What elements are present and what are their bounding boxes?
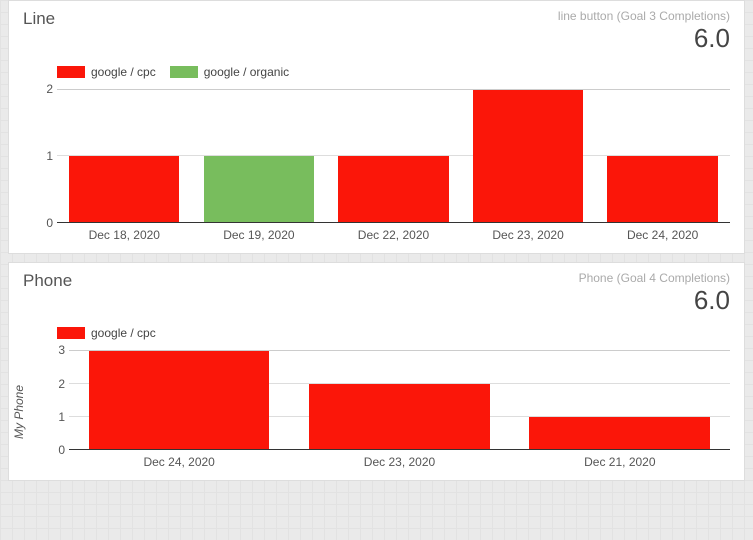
bars-row: Dec 18, 2020Dec 19, 2020Dec 22, 2020Dec …	[57, 90, 730, 222]
x-tick-label: Dec 19, 2020	[192, 222, 327, 242]
panel-subtitle: line button (Goal 3 Completions)	[558, 9, 730, 23]
y-tick-label: 1	[23, 149, 53, 163]
panel-header: Line line button (Goal 3 Completions) 6.…	[9, 1, 744, 55]
x-tick-label: Dec 18, 2020	[57, 222, 192, 242]
y-tick-label: 2	[35, 377, 65, 391]
y-tick-label: 1	[35, 410, 65, 424]
x-tick-label: Dec 24, 2020	[595, 222, 730, 242]
bar	[89, 351, 270, 449]
legend-label: google / cpc	[91, 65, 156, 79]
legend-swatch	[57, 66, 85, 78]
legend-item: google / cpc	[57, 326, 156, 340]
bars-row: Dec 24, 2020Dec 23, 2020Dec 21, 2020	[69, 351, 730, 449]
bar-slot: Dec 23, 2020	[461, 90, 596, 222]
x-tick-label: Dec 24, 2020	[69, 449, 289, 469]
x-tick-label: Dec 22, 2020	[326, 222, 461, 242]
legend-swatch	[170, 66, 198, 78]
legend: google / cpc google / organic	[9, 55, 744, 89]
panel-subtitle: Phone (Goal 4 Completions)	[579, 271, 730, 285]
bar	[69, 156, 179, 222]
y-tick-label: 2	[23, 82, 53, 96]
bar-slot: Dec 21, 2020	[510, 351, 730, 449]
x-tick-label: Dec 23, 2020	[289, 449, 509, 469]
plot-area: Dec 18, 2020Dec 19, 2020Dec 22, 2020Dec …	[57, 89, 730, 223]
bar	[607, 156, 717, 222]
panel-summary: Phone (Goal 4 Completions) 6.0	[579, 271, 730, 317]
panel-line: Line line button (Goal 3 Completions) 6.…	[8, 0, 745, 254]
panel-title: Phone	[23, 271, 72, 291]
panel-summary: line button (Goal 3 Completions) 6.0	[558, 9, 730, 55]
panel-total-value: 6.0	[579, 285, 730, 316]
y-tick-label: 0	[23, 216, 53, 230]
y-tick-label: 3	[35, 343, 65, 357]
chart: 012Dec 18, 2020Dec 19, 2020Dec 22, 2020D…	[23, 89, 730, 247]
legend-item: google / cpc	[57, 65, 156, 79]
bar	[529, 417, 710, 450]
bar-slot: Dec 19, 2020	[192, 90, 327, 222]
bar-slot: Dec 18, 2020	[57, 90, 192, 222]
bar	[338, 156, 448, 222]
bar-slot: Dec 24, 2020	[69, 351, 289, 449]
panel-header: Phone Phone (Goal 4 Completions) 6.0	[9, 263, 744, 317]
bar-slot: Dec 24, 2020	[595, 90, 730, 222]
x-tick-label: Dec 21, 2020	[510, 449, 730, 469]
legend-item: google / organic	[170, 65, 289, 79]
panel-title: Line	[23, 9, 55, 29]
y-tick-label: 0	[35, 443, 65, 457]
bar-slot: Dec 22, 2020	[326, 90, 461, 222]
y-axis-label: My Phone	[12, 385, 26, 439]
panel-phone: Phone Phone (Goal 4 Completions) 6.0 goo…	[8, 262, 745, 482]
chart: My Phone0123Dec 24, 2020Dec 23, 2020Dec …	[23, 350, 730, 474]
bar	[309, 384, 490, 449]
plot-area: Dec 24, 2020Dec 23, 2020Dec 21, 2020	[69, 350, 730, 450]
bar-slot: Dec 23, 2020	[289, 351, 509, 449]
legend-label: google / organic	[204, 65, 289, 79]
legend-label: google / cpc	[91, 326, 156, 340]
legend-swatch	[57, 327, 85, 339]
bar	[204, 156, 314, 222]
bar	[473, 90, 583, 222]
legend: google / cpc	[9, 316, 744, 350]
panel-total-value: 6.0	[558, 23, 730, 54]
x-tick-label: Dec 23, 2020	[461, 222, 596, 242]
